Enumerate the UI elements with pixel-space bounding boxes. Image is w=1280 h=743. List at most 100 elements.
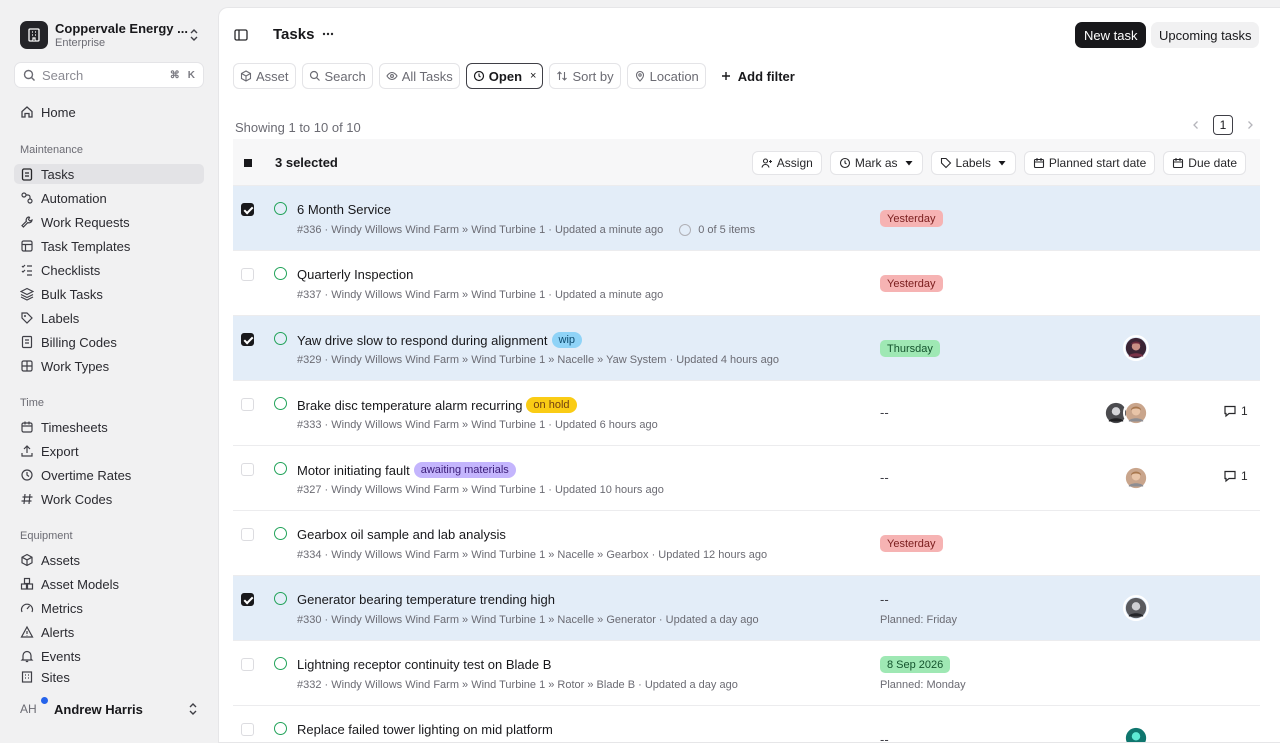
sidebar-item-alerts[interactable]: Alerts	[14, 622, 204, 642]
labels-label: Labels	[955, 156, 991, 170]
upcoming-tasks-button[interactable]: Upcoming tasks	[1151, 22, 1260, 48]
status-open-icon[interactable]	[274, 202, 287, 215]
select-all-checkbox[interactable]	[244, 159, 252, 167]
sidebar-item-home[interactable]: Home	[14, 102, 204, 122]
filter-open[interactable]: Open ×	[465, 63, 544, 89]
filter-asset[interactable]: Asset	[233, 63, 296, 89]
workspace-switcher[interactable]: Coppervale Energy ... Enterprise	[20, 20, 200, 50]
row-checkbox[interactable]	[241, 723, 254, 736]
row-checkbox[interactable]	[241, 658, 254, 671]
status-open-icon[interactable]	[274, 592, 287, 605]
filter-all-tasks[interactable]: All Tasks	[378, 63, 460, 89]
sidebar-item-asset-models[interactable]: Asset Models	[14, 574, 204, 594]
assign-button[interactable]: Assign	[751, 151, 822, 175]
sidebar-item-label: Work Requests	[41, 214, 130, 230]
status-open-icon[interactable]	[274, 722, 287, 735]
task-title[interactable]: Generator bearing temperature trending h…	[297, 592, 555, 607]
task-title[interactable]: Brake disc temperature alarm recurring	[297, 398, 522, 413]
sidebar-item-work-types[interactable]: Work Types	[14, 356, 204, 376]
table-row[interactable]: Motor initiating fault awaiting material…	[233, 446, 1260, 511]
table-row[interactable]: 6 Month Service #336 · Windy Willows Win…	[233, 186, 1260, 251]
sidebar-item-automation[interactable]: Automation	[14, 188, 204, 208]
sidebar-item-checklists[interactable]: Checklists	[14, 260, 204, 280]
user-initials: AH	[20, 702, 37, 716]
sidebar-item-bulk-tasks[interactable]: Bulk Tasks	[14, 284, 204, 304]
table-row[interactable]: Replace failed tower lighting on mid pla…	[233, 706, 1260, 743]
sidebar-item-billing-codes[interactable]: Billing Codes	[14, 332, 204, 352]
row-checkbox[interactable]	[241, 463, 254, 476]
table-row[interactable]: Quarterly Inspection #337 · Windy Willow…	[233, 251, 1260, 316]
labels-dropdown[interactable]: Labels	[930, 151, 1016, 175]
sidebar-item-task-templates[interactable]: Task Templates	[14, 236, 204, 256]
task-title[interactable]: Replace failed tower lighting on mid pla…	[297, 722, 553, 737]
sidebar-item-timesheets[interactable]: Timesheets	[14, 417, 204, 437]
row-checkbox[interactable]	[241, 333, 254, 346]
checklist-progress-text: 0 of 5 items	[698, 224, 756, 236]
more-options-icon[interactable]	[321, 27, 335, 44]
chevron-left-icon[interactable]	[1191, 118, 1201, 133]
search-input[interactable]: Search ⌘ K	[14, 62, 204, 88]
task-title[interactable]: Motor initiating fault	[297, 463, 410, 478]
row-checkbox[interactable]	[241, 203, 254, 216]
sidebar-item-metrics[interactable]: Metrics	[14, 598, 204, 618]
avatar[interactable]	[1123, 725, 1149, 743]
table-row[interactable]: Gearbox oil sample and lab analysis #334…	[233, 511, 1260, 576]
sidebar-item-events[interactable]: Events	[14, 646, 204, 666]
chevron-right-icon[interactable]	[1245, 118, 1255, 133]
sidebar-item-label: Checklists	[41, 262, 101, 278]
sidebar-item-work-codes[interactable]: Work Codes	[14, 489, 204, 509]
sidebar-item-assets[interactable]: Assets	[14, 550, 204, 570]
shortcut-key: K	[187, 69, 195, 81]
tag-icon	[940, 157, 951, 169]
avatar[interactable]	[1123, 400, 1149, 426]
clear-filter-icon[interactable]: ×	[530, 70, 536, 82]
status-open-icon[interactable]	[274, 267, 287, 280]
row-checkbox[interactable]	[241, 593, 254, 606]
table-row[interactable]: Lightning receptor continuity test on Bl…	[233, 641, 1260, 706]
task-title[interactable]: 6 Month Service	[297, 202, 391, 217]
status-open-icon[interactable]	[274, 462, 287, 475]
new-task-button[interactable]: New task	[1075, 22, 1147, 48]
automation-icon	[21, 192, 33, 204]
status-circle-icon	[473, 70, 484, 82]
sidebar-item-sites[interactable]: Sites	[14, 670, 204, 684]
sidebar-item-work-requests[interactable]: Work Requests	[14, 212, 204, 232]
status-open-icon[interactable]	[274, 657, 287, 670]
task-title[interactable]: Lightning receptor continuity test on Bl…	[297, 657, 551, 672]
filter-search[interactable]: Search	[301, 63, 373, 89]
table-row[interactable]: Generator bearing temperature trending h…	[233, 576, 1260, 641]
sidebar-item-tasks[interactable]: Tasks	[14, 164, 204, 184]
table-row[interactable]: Yaw drive slow to respond during alignme…	[233, 316, 1260, 381]
status-open-icon[interactable]	[274, 332, 287, 345]
sidebar-item-overtime-rates[interactable]: Overtime Rates	[14, 465, 204, 485]
wrench-icon	[21, 216, 33, 228]
status-open-icon[interactable]	[274, 397, 287, 410]
mark-as-dropdown[interactable]: Mark as	[829, 151, 923, 175]
tag-icon	[21, 312, 33, 324]
filter-location[interactable]: Location	[626, 63, 706, 89]
row-checkbox[interactable]	[241, 268, 254, 281]
add-filter-button[interactable]: Add filter	[720, 69, 795, 84]
cube-icon	[21, 553, 33, 567]
task-title[interactable]: Quarterly Inspection	[297, 267, 413, 282]
user-menu[interactable]: AH Andrew Harris	[20, 696, 200, 720]
comment-count[interactable]: 1	[1223, 404, 1248, 418]
avatar[interactable]	[1123, 335, 1149, 361]
page-number-button[interactable]: 1	[1213, 115, 1233, 135]
sidebar-item-labels[interactable]: Labels	[14, 308, 204, 328]
row-checkbox[interactable]	[241, 398, 254, 411]
row-checkbox[interactable]	[241, 528, 254, 541]
task-title[interactable]: Yaw drive slow to respond during alignme…	[297, 333, 548, 348]
table-row[interactable]: Brake disc temperature alarm recurring o…	[233, 381, 1260, 446]
comment-count[interactable]: 1	[1223, 469, 1248, 483]
sidebar-item-export[interactable]: Export	[14, 441, 204, 461]
avatar[interactable]	[1123, 465, 1149, 491]
task-title[interactable]: Gearbox oil sample and lab analysis	[297, 527, 506, 542]
due-date-button[interactable]: Due date	[1163, 151, 1246, 175]
status-open-icon[interactable]	[274, 527, 287, 540]
planned-start-date-button[interactable]: Planned start date	[1023, 151, 1156, 175]
avatar[interactable]	[1123, 595, 1149, 621]
sidebar-toggle-icon[interactable]	[233, 27, 249, 46]
filter-bar: Asset Search All Tasks Open × Sort by Lo…	[233, 63, 795, 89]
filter-sort-by[interactable]: Sort by	[549, 63, 621, 89]
